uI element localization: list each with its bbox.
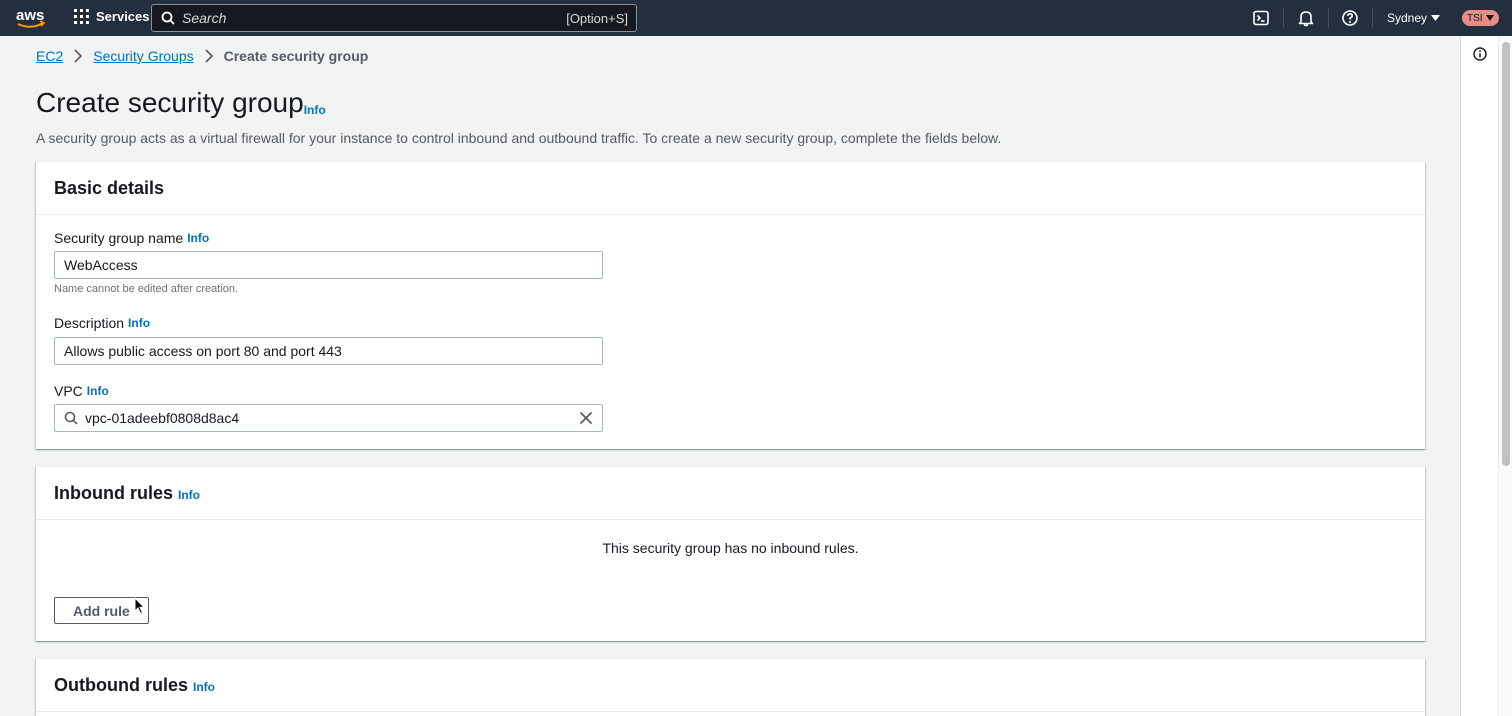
services-label: Services [96, 9, 150, 24]
page-description: A security group acts as a virtual firew… [36, 130, 1002, 146]
region-label: Sydney [1387, 11, 1428, 25]
inbound-rules-heading: Inbound rules [54, 482, 173, 503]
description-input[interactable] [54, 337, 603, 365]
inbound-rules-info-link[interactable]: Info [178, 488, 200, 502]
chevron-right-icon [74, 49, 83, 63]
breadcrumb-security-groups[interactable]: Security Groups [93, 48, 193, 64]
breadcrumb-current: Create security group [223, 48, 369, 64]
vpc-label: VPC Info [54, 383, 109, 399]
grid-icon [74, 9, 89, 24]
search-shortcut-hint: [Option+S] [566, 11, 628, 26]
security-group-name-input[interactable] [54, 251, 603, 279]
title-info-link[interactable]: Info [304, 103, 326, 117]
close-icon[interactable] [579, 411, 593, 425]
outbound-rules-heading: Outbound rules [54, 674, 188, 695]
services-menu-button[interactable]: Services [74, 9, 150, 24]
outbound-rules-info-link[interactable]: Info [193, 680, 215, 694]
security-group-name-hint: Name cannot be edited after creation. [54, 283, 239, 295]
cloudshell-icon[interactable] [1252, 9, 1270, 27]
region-selector[interactable]: Sydney [1387, 11, 1441, 25]
page-title: Create security group Info [36, 87, 326, 119]
search-icon [64, 411, 78, 425]
breadcrumb-ec2[interactable]: EC2 [36, 48, 63, 64]
vpc-input[interactable] [85, 409, 565, 427]
vpc-label-text: VPC [54, 383, 83, 399]
account-menu[interactable]: TSI [1462, 10, 1499, 26]
search-icon [161, 11, 175, 25]
chevron-right-icon [205, 49, 213, 63]
inbound-rules-container: Inbound rules Info This security group h… [36, 466, 1425, 641]
security-group-name-label: Security group name Info [54, 230, 209, 246]
description-info-link[interactable]: Info [128, 316, 150, 330]
notifications-icon[interactable] [1297, 9, 1315, 27]
breadcrumb: EC2 Security Groups Create security grou… [36, 48, 368, 64]
description-label-text: Description [54, 315, 125, 331]
info-panel-icon[interactable] [1473, 47, 1487, 61]
outbound-rules-header: Outbound rules Info [36, 659, 1425, 712]
account-label: TSI [1467, 12, 1483, 24]
search-input[interactable] [182, 9, 552, 27]
security-group-name-label-text: Security group name [54, 230, 184, 246]
page-title-text: Create security group [36, 87, 304, 118]
scrollbar-thumb[interactable] [1502, 42, 1510, 466]
basic-details-header: Basic details [36, 162, 1425, 215]
description-label: Description Info [54, 315, 150, 331]
global-search[interactable]: [Option+S] [151, 4, 637, 32]
basic-details-container: Basic details Security group name Info N… [36, 161, 1425, 449]
inbound-rules-empty-text: This security group has no inbound rules… [602, 540, 859, 556]
vpc-autosuggest[interactable] [54, 404, 603, 432]
tools-panel-rail [1460, 36, 1498, 716]
aws-logo[interactable]: aws [16, 6, 46, 30]
vpc-info-link[interactable]: Info [87, 384, 109, 398]
mouse-cursor-icon [134, 597, 146, 615]
caret-down-icon [1485, 15, 1494, 21]
caret-down-icon [1431, 14, 1441, 21]
outbound-rules-container: Outbound rules Info [36, 658, 1425, 716]
security-group-name-info-link[interactable]: Info [187, 231, 209, 245]
help-icon[interactable] [1341, 9, 1359, 27]
top-navigation: aws Services [Option+S] Sydne [0, 0, 1512, 36]
inbound-rules-header: Inbound rules Info [36, 467, 1425, 520]
page-scrollbar[interactable] [1498, 36, 1512, 716]
basic-details-heading: Basic details [54, 177, 165, 198]
